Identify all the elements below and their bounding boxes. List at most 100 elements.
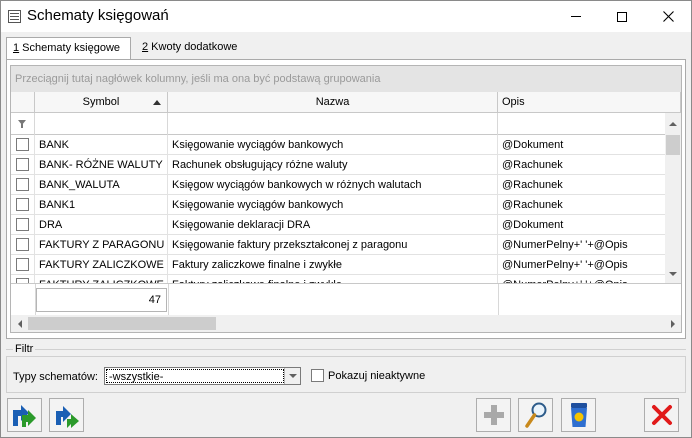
column-header-label: Opis xyxy=(502,96,525,108)
scheme-type-label: Typy schematów: xyxy=(13,371,98,383)
filter-group-line xyxy=(6,349,686,350)
table-row[interactable]: DRA Księgowanie deklaracji DRA @Dokument xyxy=(11,215,665,235)
table-row[interactable]: BANK1 Księgowanie wyciągów bankowych @Ra… xyxy=(11,195,665,215)
row-checkbox-cell xyxy=(11,255,35,275)
filter-cell-symbol[interactable] xyxy=(35,113,168,135)
minimize-icon xyxy=(571,16,581,17)
cell-opis: @Dokument xyxy=(502,139,564,151)
close-button[interactable] xyxy=(644,398,679,432)
export-icon xyxy=(12,405,36,427)
scheme-type-select[interactable]: -wszystkie- xyxy=(104,367,301,385)
row-checkbox[interactable] xyxy=(16,198,29,211)
row-checkbox[interactable] xyxy=(16,218,29,231)
cell-symbol: BANK1 xyxy=(35,195,168,215)
arrow-up-icon xyxy=(669,122,677,126)
table-row[interactable]: FAKTURY ZALICZKOWE Faktury zaliczkowe fi… xyxy=(11,255,665,275)
tab-kwoty-dodatkowe[interactable]: 2 Kwoty dodatkowe xyxy=(136,37,246,59)
sort-ascending-icon xyxy=(153,100,161,105)
cell-symbol: FAKTURY ZALICZKOWE xyxy=(35,275,168,283)
scroll-right-button[interactable] xyxy=(664,315,681,332)
row-checkbox[interactable] xyxy=(16,258,29,271)
group-by-panel[interactable]: Przeciągnij tutaj nagłówek kolumny, jeśl… xyxy=(11,66,681,92)
scroll-left-button[interactable] xyxy=(11,315,28,332)
column-header-opis[interactable]: Opis xyxy=(498,92,681,113)
record-count: 47 xyxy=(36,288,167,312)
footer-separator xyxy=(498,284,499,316)
cell-nazwa: Księgowanie deklaracji DRA xyxy=(168,215,498,235)
preview-button[interactable] xyxy=(518,398,553,432)
window-title: Schematy księgowań xyxy=(27,7,169,24)
show-inactive-checkbox[interactable] xyxy=(311,369,324,382)
cell-nazwa: Księgowanie wyciągów bankowych xyxy=(168,195,498,215)
maximize-icon xyxy=(617,11,627,22)
table-row[interactable]: BANK- RÓŻNE WALUTY Rachunek obsługujący … xyxy=(11,155,665,175)
cell-opis: @NumerPelny+' '+@Opis xyxy=(502,239,628,251)
grid-footer: 47 xyxy=(11,283,681,316)
table-row[interactable]: FAKTURY Z PARAGONU Księgowanie faktury p… xyxy=(11,235,665,255)
export-button[interactable] xyxy=(7,398,42,432)
table-row[interactable]: FAKTURY ZALICZKOWE Faktury zaliczkowe fi… xyxy=(11,275,665,283)
magnifier-icon xyxy=(524,402,546,428)
row-checkbox-cell xyxy=(11,175,35,195)
cell-opis: @NumerPelny+' '+@Opis xyxy=(498,275,665,283)
table-row[interactable]: BANK Księgowanie wyciągów bankowych @Dok… xyxy=(11,135,665,155)
cell-opis: @Rachunek xyxy=(502,199,563,211)
cell-symbol: BANK_WALUTA xyxy=(35,175,168,195)
table-row[interactable]: BANK_WALUTA Księgow wyciągów bankowych w… xyxy=(11,175,665,195)
filter-cell-nazwa[interactable] xyxy=(168,113,498,135)
horizontal-scrollbar[interactable] xyxy=(11,315,681,332)
scroll-up-button[interactable] xyxy=(665,113,681,135)
close-icon xyxy=(651,405,672,425)
scroll-down-button[interactable] xyxy=(665,265,681,283)
delete-button[interactable] xyxy=(561,398,596,432)
tab-panel: Przeciągnij tutaj nagłówek kolumny, jeśl… xyxy=(6,59,686,339)
column-header-symbol[interactable]: Symbol xyxy=(35,92,168,113)
dropdown-button[interactable] xyxy=(284,368,300,384)
maximize-button[interactable] xyxy=(599,1,645,32)
cell-symbol: BANK- RÓŻNE WALUTY xyxy=(35,155,168,175)
filter-cell-opis[interactable] xyxy=(498,113,665,135)
schematy-window: Schematy księgowań 1 Schematy księgowe 2… xyxy=(0,0,692,438)
import-icon xyxy=(55,406,79,428)
cell-nazwa: Rachunek obsługujący różne waluty xyxy=(168,155,498,175)
cell-symbol: BANK xyxy=(35,135,168,155)
minimize-button[interactable] xyxy=(553,1,599,32)
grid-rows: BANK Księgowanie wyciągów bankowych @Dok… xyxy=(11,135,665,283)
arrow-left-icon xyxy=(17,319,22,328)
cell-nazwa: Faktury zaliczkowe finalne i zwykłe xyxy=(168,275,498,283)
cell-nazwa: Księgow wyciągów bankowych w różnych wal… xyxy=(168,175,498,195)
import-button[interactable] xyxy=(49,398,84,432)
row-checkbox-cell xyxy=(11,155,35,175)
close-icon xyxy=(662,11,674,22)
vertical-scroll-thumb[interactable] xyxy=(666,135,680,155)
cell-nazwa: Faktury zaliczkowe finalne i zwykłe xyxy=(168,255,498,275)
filter-group-legend: Filtr xyxy=(13,343,36,355)
close-window-button[interactable] xyxy=(645,1,691,32)
horizontal-scroll-thumb[interactable] xyxy=(28,317,216,330)
row-checkbox[interactable] xyxy=(16,238,29,251)
cell-opis: @Rachunek xyxy=(502,179,563,191)
row-checkbox[interactable] xyxy=(16,138,29,151)
filter-row-button[interactable] xyxy=(11,113,35,135)
row-checkbox[interactable] xyxy=(16,178,29,191)
add-icon xyxy=(483,405,504,425)
column-header-nazwa[interactable]: Nazwa xyxy=(168,92,498,113)
row-checkbox-cell xyxy=(11,215,35,235)
row-checkbox-cell xyxy=(11,135,35,155)
column-header-label: Nazwa xyxy=(315,96,350,108)
cell-symbol: FAKTURY Z PARAGONU xyxy=(35,235,168,255)
vertical-scrollbar[interactable] xyxy=(665,113,681,283)
funnel-icon xyxy=(18,120,26,128)
row-checkbox-cell xyxy=(11,235,35,255)
arrow-right-icon xyxy=(670,319,675,328)
show-inactive-label[interactable]: Pokazuj nieaktywne xyxy=(328,370,425,382)
scheme-type-value: -wszystkie- xyxy=(106,369,284,383)
row-checkbox[interactable] xyxy=(16,158,29,171)
tab-label: Schematy księgowe xyxy=(19,42,121,54)
column-header-label: Symbol xyxy=(82,96,120,108)
cell-symbol: FAKTURY ZALICZKOWE xyxy=(35,255,168,275)
tab-schematy-ksiegowe[interactable]: 1 Schematy księgowe xyxy=(6,37,131,60)
trash-bin-icon xyxy=(570,403,587,427)
filter-row xyxy=(11,113,681,135)
add-button[interactable] xyxy=(476,398,511,432)
